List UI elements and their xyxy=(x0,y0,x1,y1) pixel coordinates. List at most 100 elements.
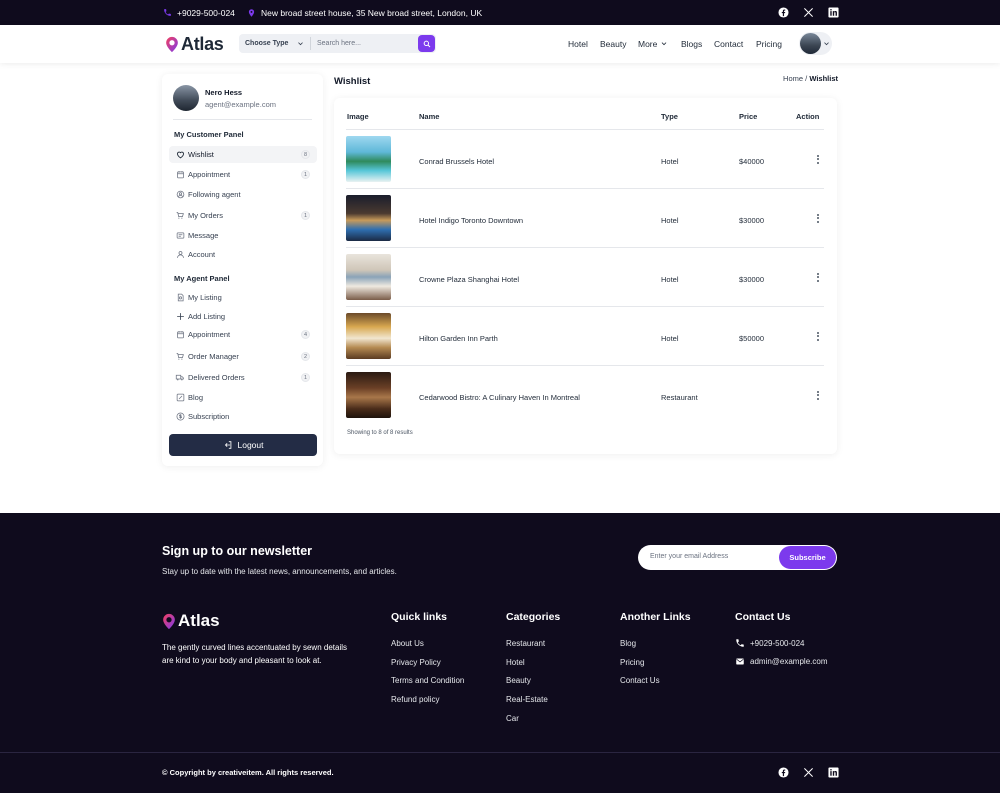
linkedin-icon[interactable] xyxy=(828,767,839,778)
agent-panel-title: My Agent Panel xyxy=(174,274,230,283)
facebook-icon[interactable] xyxy=(778,7,789,18)
more-actions-button[interactable] xyxy=(814,211,822,225)
listing-name[interactable]: Hotel Indigo Toronto Downtown xyxy=(419,216,523,225)
sidebar-item-message[interactable]: Message xyxy=(169,227,317,244)
sidebar-item-label: Order Manager xyxy=(188,352,239,361)
listing-type: Hotel xyxy=(661,334,679,343)
footer-link-refund-policy[interactable]: Refund policy xyxy=(391,695,439,704)
page-title: Wishlist xyxy=(334,76,371,87)
footer-link-blog[interactable]: Blog xyxy=(620,639,636,648)
chevron-down-icon xyxy=(824,42,829,46)
type-select[interactable]: Choose Type xyxy=(239,37,311,50)
footer-link-beauty[interactable]: Beauty xyxy=(506,676,531,685)
newsletter-title: Sign up to our newsletter xyxy=(162,544,313,558)
contact-phone[interactable]: +9029-500-024 xyxy=(735,638,805,648)
contact-email-text: admin@example.com xyxy=(750,657,828,666)
sidebar-item-subscription[interactable]: Subscription xyxy=(169,408,317,425)
email-field[interactable]: Enter your email Address xyxy=(650,553,728,560)
topbar-phone[interactable]: +9029-500-024 xyxy=(163,0,235,25)
mail-icon xyxy=(736,658,744,665)
table-row: Cedarwood Bistro: A Culinary Haven In Mo… xyxy=(346,366,824,425)
cart-icon xyxy=(174,352,186,361)
user-icon xyxy=(174,250,186,259)
footer-link-hotel[interactable]: Hotel xyxy=(506,658,525,667)
sidebar-item-blog[interactable]: Blog xyxy=(169,389,317,406)
listing-name[interactable]: Hilton Garden Inn Parth xyxy=(419,334,498,343)
sidebar-item-agent-appointment[interactable]: Appointment 4 xyxy=(169,326,317,343)
footer-link-terms[interactable]: Terms and Condition xyxy=(391,676,464,685)
sidebar-item-following-agent[interactable]: Following agent xyxy=(169,186,317,203)
column-header-price: Price xyxy=(739,112,758,121)
subscribe-button[interactable]: Subscribe xyxy=(779,546,836,569)
user-plus-icon xyxy=(174,190,186,199)
nav-more[interactable]: More xyxy=(638,39,668,49)
search-button[interactable] xyxy=(418,35,435,52)
footer-link-pricing[interactable]: Pricing xyxy=(620,658,644,667)
more-actions-button[interactable] xyxy=(814,329,822,343)
footer-link-contact-us[interactable]: Contact Us xyxy=(620,676,660,685)
calendar-icon xyxy=(174,170,186,179)
linkedin-icon[interactable] xyxy=(828,7,839,18)
search-input[interactable]: Search here... xyxy=(311,40,418,47)
listing-name[interactable]: Cedarwood Bistro: A Culinary Haven In Mo… xyxy=(419,393,580,402)
sidebar-item-wishlist[interactable]: Wishlist 8 xyxy=(169,146,317,163)
wishlist-table-card: Image Name Type Price Action Conrad Brus… xyxy=(334,98,837,454)
site-logo[interactable]: Atlas xyxy=(165,34,224,55)
breadcrumb-home[interactable]: Home xyxy=(783,74,803,83)
sidebar-item-my-listing[interactable]: My Listing xyxy=(169,289,317,306)
dollar-icon xyxy=(174,412,186,421)
nav-beauty[interactable]: Beauty xyxy=(600,39,626,49)
listing-thumbnail[interactable] xyxy=(346,254,391,300)
user-menu[interactable] xyxy=(799,32,832,55)
more-actions-button[interactable] xyxy=(814,270,822,284)
listing-thumbnail[interactable] xyxy=(346,136,391,182)
nav-blogs[interactable]: Blogs xyxy=(681,39,702,49)
listing-thumbnail[interactable] xyxy=(346,372,391,418)
column-header-image: Image xyxy=(347,112,369,121)
sidebar-item-delivered-orders[interactable]: Delivered Orders 1 xyxy=(169,369,317,386)
quick-links-title: Quick links xyxy=(391,611,448,623)
footer-link-real-estate[interactable]: Real-Estate xyxy=(506,695,548,704)
facebook-icon[interactable] xyxy=(778,767,789,778)
listing-icon xyxy=(174,293,186,302)
sidebar-item-appointment[interactable]: Appointment 1 xyxy=(169,166,317,183)
contact-email[interactable]: admin@example.com xyxy=(735,657,827,666)
topbar-social xyxy=(778,0,839,25)
listing-price: $40000 xyxy=(739,157,765,166)
logout-button[interactable]: Logout xyxy=(169,434,317,456)
listing-thumbnail[interactable] xyxy=(346,195,391,241)
listing-price: $50000 xyxy=(739,334,765,343)
count-badge: 8 xyxy=(301,150,310,159)
listing-name[interactable]: Crowne Plaza Shanghai Hotel xyxy=(419,275,519,284)
cart-icon xyxy=(174,211,186,220)
listing-type: Restaurant xyxy=(661,393,698,402)
listing-type: Hotel xyxy=(661,157,679,166)
x-icon[interactable] xyxy=(803,7,814,18)
footer-link-car[interactable]: Car xyxy=(506,714,519,723)
footer-logo[interactable]: Atlas xyxy=(162,611,220,631)
categories-title: Categories xyxy=(506,611,561,623)
listing-type: Hotel xyxy=(661,216,679,225)
divider xyxy=(173,119,312,120)
footer-link-privacy-policy[interactable]: Privacy Policy xyxy=(391,658,441,667)
sidebar-item-add-listing[interactable]: Add Listing xyxy=(169,308,317,325)
customer-panel-title: My Customer Panel xyxy=(174,130,244,139)
sidebar-item-order-manager[interactable]: Order Manager 2 xyxy=(169,348,317,365)
sidebar-item-account[interactable]: Account xyxy=(169,246,317,263)
footer-link-about-us[interactable]: About Us xyxy=(391,639,424,648)
more-actions-button[interactable] xyxy=(814,152,822,166)
nav-pricing[interactable]: Pricing xyxy=(756,39,782,49)
nav-contact[interactable]: Contact xyxy=(714,39,743,49)
truck-icon xyxy=(174,373,186,382)
sidebar-item-label: My Orders xyxy=(188,211,224,220)
footer-link-restaurant[interactable]: Restaurant xyxy=(506,639,545,648)
x-icon[interactable] xyxy=(803,767,814,778)
listing-name[interactable]: Conrad Brussels Hotel xyxy=(419,157,494,166)
sidebar-item-label: Message xyxy=(188,231,219,240)
more-actions-button[interactable] xyxy=(814,388,822,402)
topbar-phone-text: +9029-500-024 xyxy=(177,7,235,18)
listing-thumbnail[interactable] xyxy=(346,313,391,359)
sidebar-item-my-orders[interactable]: My Orders 1 xyxy=(169,207,317,224)
nav-hotel[interactable]: Hotel xyxy=(568,39,588,49)
count-badge: 1 xyxy=(301,373,310,382)
